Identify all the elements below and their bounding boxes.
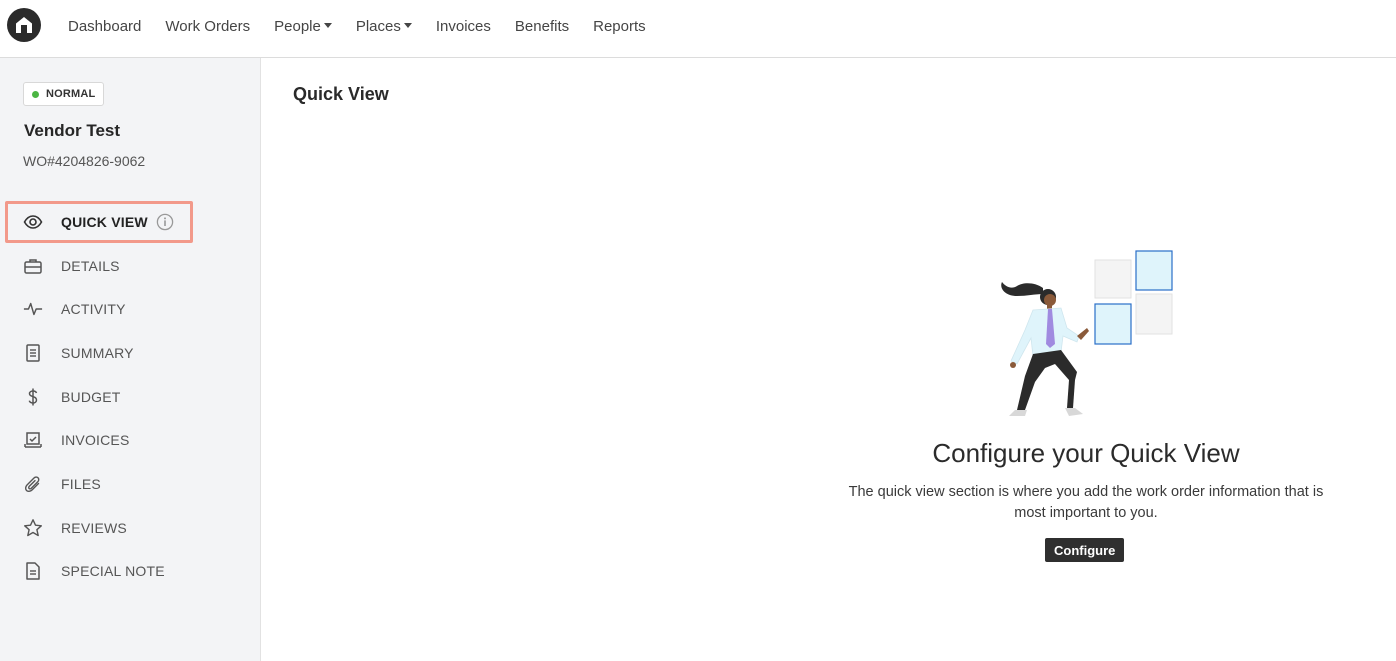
- nav-work-orders[interactable]: Work Orders: [153, 18, 262, 35]
- sidebar-item-special-note[interactable]: SPECIAL NOTE: [0, 550, 261, 594]
- caret-down-icon: [403, 22, 412, 28]
- vendor-name: Vendor Test: [24, 121, 121, 140]
- empty-state-title: Configure your Quick View: [932, 438, 1240, 468]
- status-label: NORMAL: [46, 88, 96, 100]
- nav-people[interactable]: People: [262, 18, 344, 35]
- nav-places[interactable]: Places: [344, 18, 424, 35]
- main-content: Quick View Configure your Quick View The…: [261, 58, 1396, 661]
- star-icon: [23, 518, 43, 538]
- sidebar-item-label: FILES: [61, 475, 101, 492]
- sidebar-item-summary[interactable]: SUMMARY: [0, 331, 261, 375]
- configure-button[interactable]: Configure: [1045, 538, 1125, 562]
- sidebar-item-label: SPECIAL NOTE: [61, 563, 165, 580]
- work-order-number: WO#4204826-9062: [23, 153, 146, 169]
- sidebar-item-details[interactable]: DETAILS: [0, 244, 261, 288]
- status-dot-icon: [32, 90, 39, 98]
- configure-illustration: [1001, 250, 1173, 416]
- briefcase-icon: [23, 256, 43, 276]
- info-icon[interactable]: [156, 213, 174, 231]
- work-order-sidebar: NORMAL Vendor Test WO#4204826-9062 QUICK…: [0, 58, 261, 661]
- sidebar-menu: QUICK VIEW DETAILS ACTIVITY SUMMARY BUDG…: [0, 200, 261, 593]
- nav-reports[interactable]: Reports: [581, 18, 658, 35]
- sidebar-item-files[interactable]: FILES: [0, 462, 261, 506]
- sidebar-item-reviews[interactable]: REVIEWS: [0, 506, 261, 550]
- eye-icon: [23, 212, 43, 232]
- status-badge: NORMAL: [23, 82, 105, 106]
- sidebar-item-label: DETAILS: [61, 257, 120, 274]
- dollar-icon: [23, 387, 43, 407]
- caret-down-icon: [323, 22, 332, 28]
- sidebar-item-label: QUICK VIEW: [61, 213, 148, 230]
- invoice-icon: [23, 430, 43, 450]
- sidebar-item-budget[interactable]: BUDGET: [0, 375, 261, 419]
- sidebar-item-label: SUMMARY: [61, 344, 134, 361]
- document-icon: [23, 343, 43, 363]
- page-title: Quick View: [293, 84, 389, 104]
- top-nav-bar: Dashboard Work Orders People Places Invo…: [0, 0, 1396, 58]
- activity-icon: [23, 299, 43, 319]
- sidebar-item-label: INVOICES: [61, 432, 130, 449]
- note-icon: [23, 561, 43, 581]
- nav-benefits[interactable]: Benefits: [503, 18, 581, 35]
- sidebar-item-invoices[interactable]: INVOICES: [0, 418, 261, 462]
- nav-dashboard[interactable]: Dashboard: [56, 18, 153, 35]
- sidebar-item-label: REVIEWS: [61, 519, 127, 536]
- paperclip-icon: [23, 474, 43, 494]
- sidebar-item-activity[interactable]: ACTIVITY: [0, 287, 261, 331]
- sidebar-item-quick-view[interactable]: QUICK VIEW: [0, 200, 261, 244]
- sidebar-item-label: ACTIVITY: [61, 301, 126, 318]
- main-nav: Dashboard Work Orders People Places Invo…: [56, 0, 658, 52]
- empty-state-description: The quick view section is where you add …: [848, 484, 1324, 521]
- home-logo-icon[interactable]: [7, 8, 41, 42]
- sidebar-item-label: BUDGET: [61, 388, 121, 405]
- nav-invoices[interactable]: Invoices: [424, 18, 503, 35]
